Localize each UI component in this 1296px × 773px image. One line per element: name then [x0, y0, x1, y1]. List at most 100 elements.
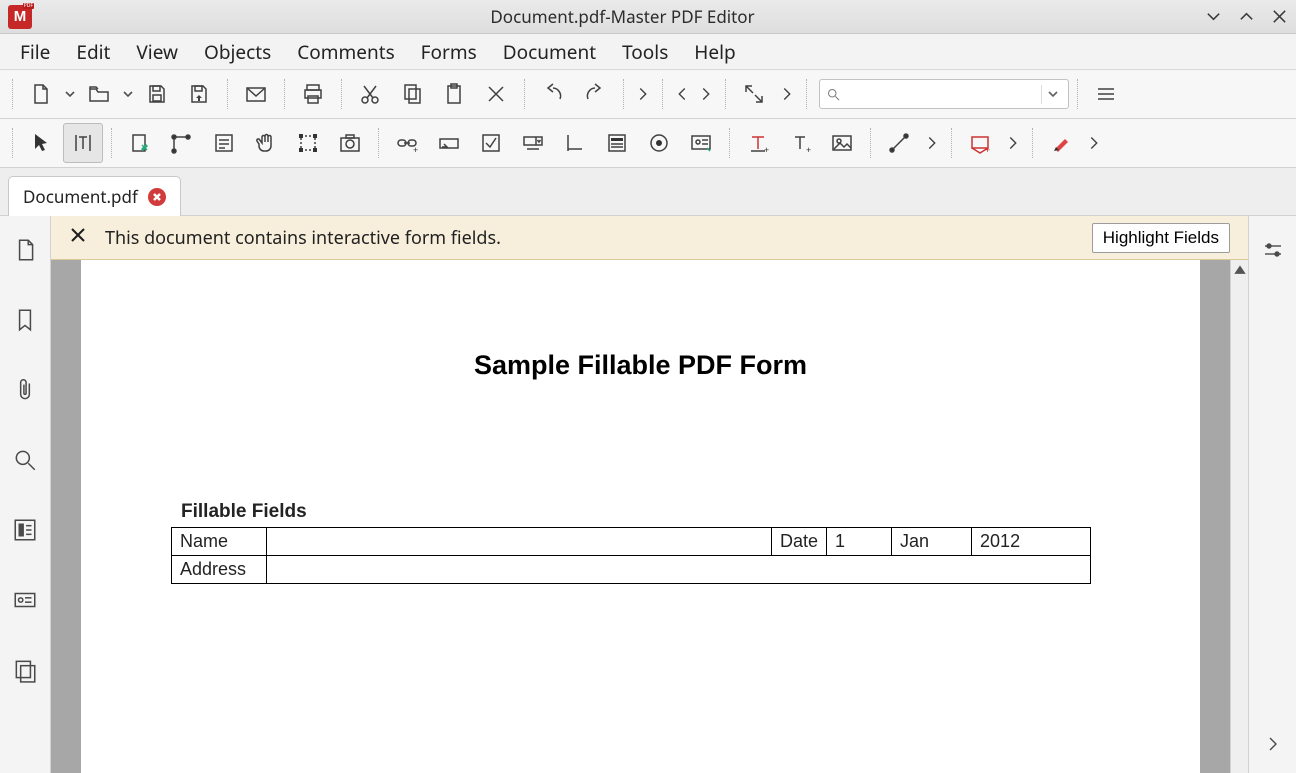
next-small-button[interactable]	[632, 74, 654, 114]
scroll-up-icon[interactable]	[1234, 262, 1246, 281]
date-month-field[interactable]: Jan	[892, 528, 972, 556]
search-box[interactable]	[819, 79, 1069, 109]
menu-document[interactable]: Document	[491, 33, 608, 71]
menu-help[interactable]: Help	[682, 33, 747, 71]
page-gutter-left	[51, 260, 81, 773]
date-day-field[interactable]: 1	[827, 528, 892, 556]
maximize-icon[interactable]	[1238, 8, 1255, 25]
layers-panel-button[interactable]	[5, 650, 45, 690]
svg-text:+: +	[985, 143, 990, 155]
svg-text:+: +	[806, 143, 811, 155]
edit-vector-tool[interactable]	[162, 123, 202, 163]
svg-text:+: +	[413, 143, 418, 155]
new-file-button[interactable]	[21, 74, 61, 114]
align-tool[interactable]	[555, 123, 595, 163]
address-field[interactable]	[267, 556, 1091, 584]
undo-button[interactable]	[533, 74, 573, 114]
menu-forms[interactable]: Forms	[409, 33, 489, 71]
app-icon	[8, 5, 32, 29]
properties-toggle-button[interactable]	[1261, 238, 1285, 267]
thumbnails-panel-button[interactable]	[5, 510, 45, 550]
fields-panel-button[interactable]	[5, 580, 45, 620]
copy-button[interactable]	[392, 74, 432, 114]
save-as-button[interactable]	[179, 74, 219, 114]
edit-field-tool[interactable]	[429, 123, 469, 163]
left-rail	[0, 216, 51, 773]
minimize-icon[interactable]	[1205, 8, 1222, 25]
email-button[interactable]	[236, 74, 276, 114]
date-year-field[interactable]: 2012	[972, 528, 1091, 556]
cut-button[interactable]	[350, 74, 390, 114]
close-icon[interactable]	[1271, 8, 1288, 25]
pdf-section-title: Fillable Fields	[181, 501, 1110, 523]
window-title: Document.pdf-Master PDF Editor	[40, 5, 1205, 28]
delete-button[interactable]	[476, 74, 516, 114]
marker-tool[interactable]	[1041, 123, 1081, 163]
menu-view[interactable]: View	[124, 33, 190, 71]
save-button[interactable]	[137, 74, 177, 114]
titlebar: Document.pdf-Master PDF Editor	[0, 0, 1296, 34]
redo-button[interactable]	[575, 74, 615, 114]
infobar-close-icon[interactable]	[69, 226, 87, 249]
menu-tools[interactable]: Tools	[610, 33, 680, 71]
checkbox-tool[interactable]	[471, 123, 511, 163]
snapshot-tool[interactable]	[330, 123, 370, 163]
stamp-tool[interactable]: +	[960, 123, 1000, 163]
stamp-more-button[interactable]	[1002, 123, 1024, 163]
name-field[interactable]	[267, 528, 772, 556]
menu-objects[interactable]: Objects	[192, 33, 283, 71]
menu-comments[interactable]: Comments	[285, 33, 406, 71]
signature-tool[interactable]	[681, 123, 721, 163]
open-file-button[interactable]	[79, 74, 119, 114]
menu-edit[interactable]: Edit	[64, 33, 122, 71]
search-input[interactable]	[845, 87, 1041, 102]
hand-tool[interactable]	[246, 123, 286, 163]
radio-tool[interactable]	[639, 123, 679, 163]
fit-page-button[interactable]	[734, 74, 774, 114]
pages-panel-button[interactable]	[5, 230, 45, 270]
tabbar: Document.pdf	[0, 168, 1296, 216]
open-file-dropdown[interactable]	[121, 89, 135, 99]
listbox-tool[interactable]	[597, 123, 637, 163]
shapes-more-button[interactable]	[921, 123, 943, 163]
edit-doc-tool[interactable]	[120, 123, 160, 163]
menu-file[interactable]: File	[8, 33, 62, 71]
paste-button[interactable]	[434, 74, 474, 114]
toolbar-edit: + + + +	[0, 119, 1296, 168]
image-tool[interactable]	[822, 123, 862, 163]
hamburger-button[interactable]	[1086, 74, 1126, 114]
table-row: Name Date 1 Jan 2012	[172, 528, 1091, 556]
new-file-dropdown[interactable]	[63, 89, 77, 99]
search-dropdown[interactable]	[1041, 85, 1062, 104]
pointer-tool[interactable]	[21, 123, 61, 163]
marker-more-button[interactable]	[1083, 123, 1105, 163]
pdf-page[interactable]: Sample Fillable PDF Form Fillable Fields…	[81, 260, 1200, 773]
vertical-scrollbar[interactable]	[1230, 260, 1248, 773]
insert-text-tool[interactable]: +	[780, 123, 820, 163]
edit-text-tool[interactable]	[63, 123, 103, 163]
search-panel-button[interactable]	[5, 440, 45, 480]
print-button[interactable]	[293, 74, 333, 114]
next-page-button[interactable]	[695, 74, 717, 114]
table-row: Address	[172, 556, 1091, 584]
highlight-text-tool[interactable]: +	[738, 123, 778, 163]
highlight-fields-button[interactable]: Highlight Fields	[1092, 223, 1230, 253]
line-tool[interactable]	[879, 123, 919, 163]
window-controls	[1205, 8, 1288, 25]
tab-close-icon[interactable]	[148, 188, 166, 206]
content-area: This document contains interactive form …	[51, 216, 1248, 773]
page-gutter-right	[1200, 260, 1230, 773]
link-tool[interactable]: +	[387, 123, 427, 163]
bookmarks-panel-button[interactable]	[5, 300, 45, 340]
right-rail-expand-button[interactable]	[1261, 732, 1285, 761]
attachments-panel-button[interactable]	[5, 370, 45, 410]
select-tool[interactable]	[288, 123, 328, 163]
tab-label: Document.pdf	[23, 185, 138, 208]
dropdown-tool[interactable]	[513, 123, 553, 163]
prev-page-button[interactable]	[671, 74, 693, 114]
zoom-more-button[interactable]	[776, 74, 798, 114]
document-tab[interactable]: Document.pdf	[8, 176, 181, 216]
toolbar-main	[0, 70, 1296, 119]
form-list-tool[interactable]	[204, 123, 244, 163]
info-bar: This document contains interactive form …	[51, 216, 1248, 260]
